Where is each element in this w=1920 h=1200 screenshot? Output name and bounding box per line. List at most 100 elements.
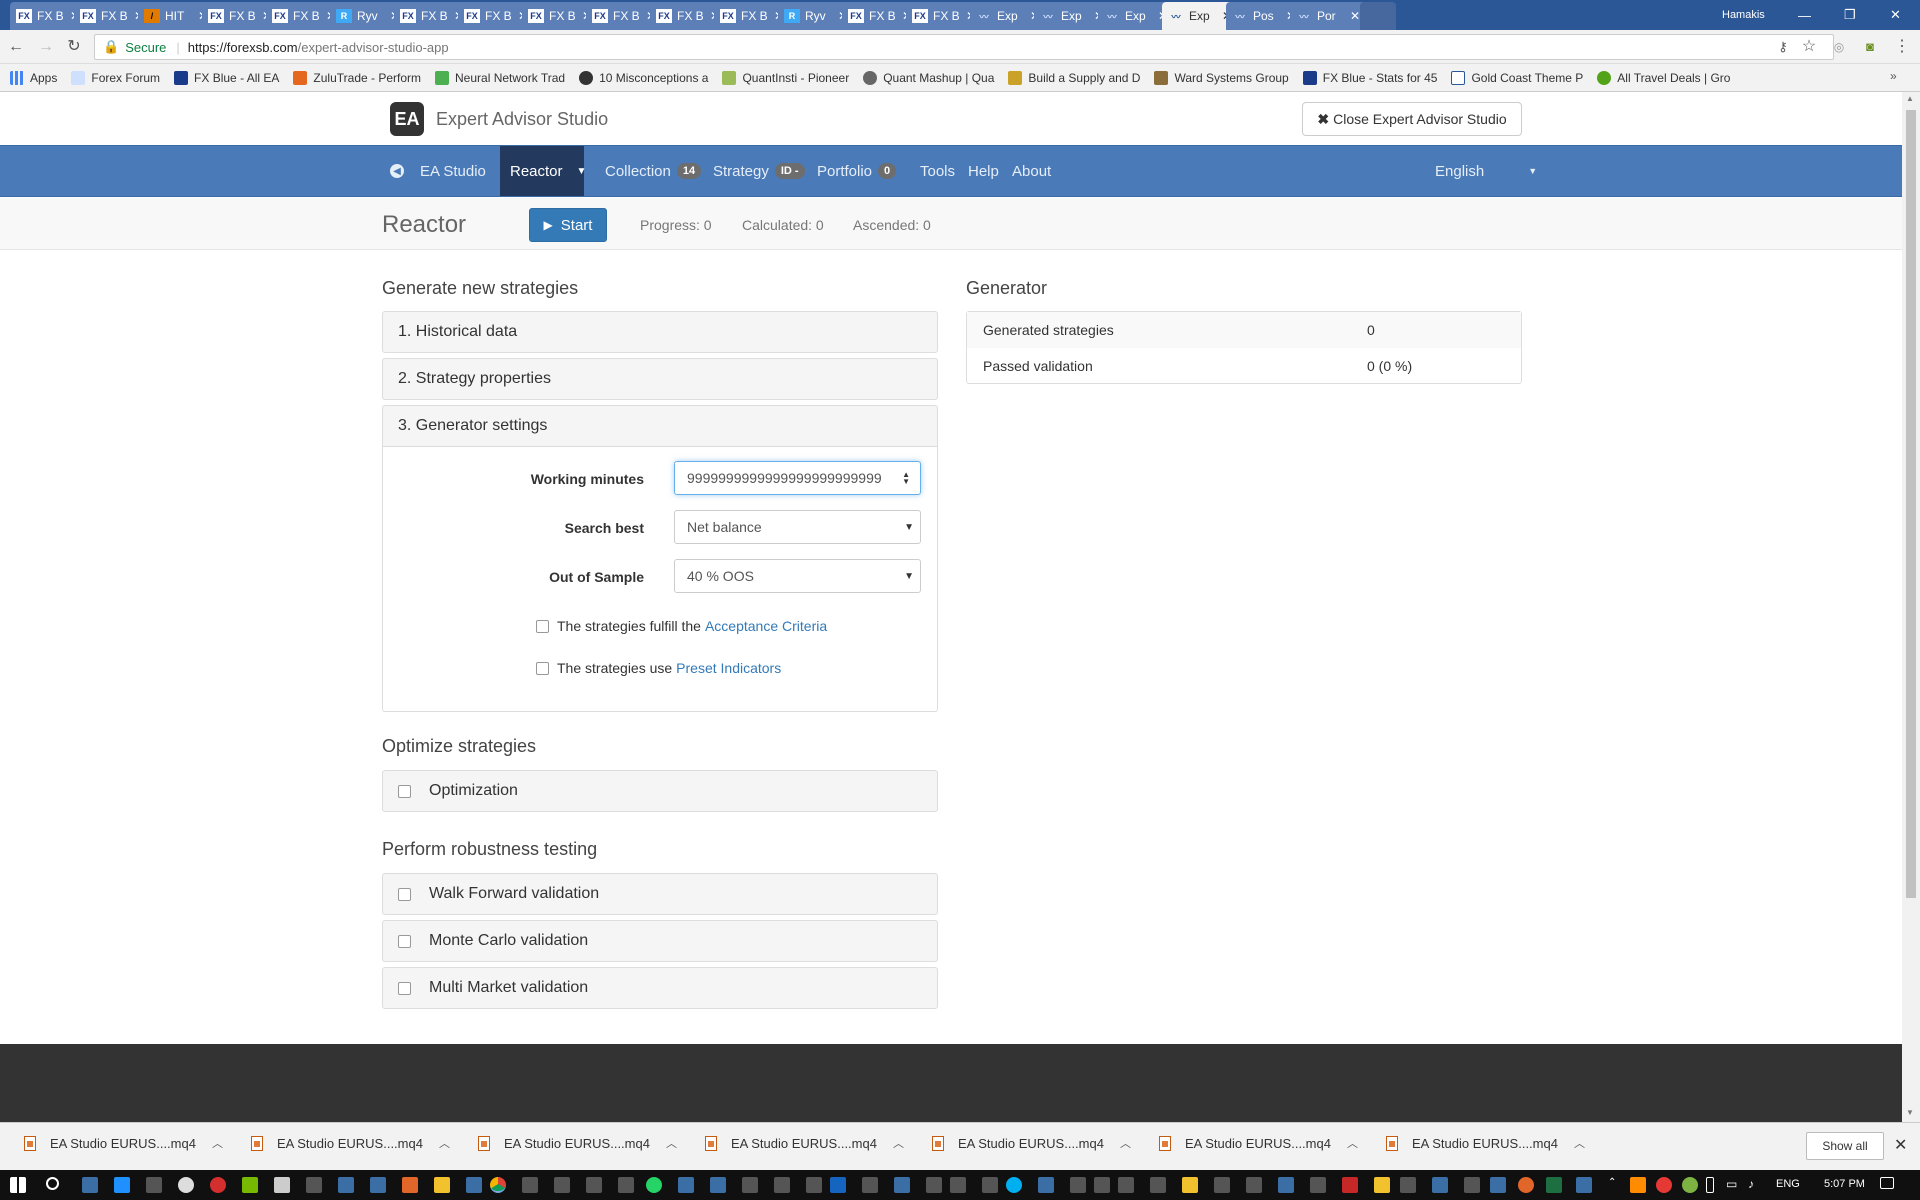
nav-tools[interactable]: Tools [920,146,955,196]
panel-walk-forward[interactable]: Walk Forward validation [382,873,938,915]
tray-icon[interactable] [1682,1177,1698,1193]
panel-strategy-properties[interactable]: 2. Strategy properties [382,358,938,400]
chevron-up-icon[interactable]: ︿ [666,1135,677,1151]
tray-icon[interactable] [1630,1177,1646,1193]
app-icon[interactable] [1576,1177,1592,1193]
folder-icon[interactable] [434,1177,450,1193]
show-all-button[interactable]: Show all [1806,1132,1884,1160]
network-icon[interactable]: ▭ [1726,1177,1737,1193]
tray-chevron-icon[interactable]: ⌃ [1608,1177,1616,1193]
panel-generator-settings[interactable]: 3. Generator settings [382,405,938,447]
download-item[interactable]: EA Studio EURUS....mq4 ︿ [478,1135,677,1151]
skype-icon[interactable] [1006,1177,1022,1193]
restore-icon[interactable]: ❐ [1844,0,1856,30]
app-icon[interactable] [894,1177,910,1193]
app-icon[interactable] [774,1177,790,1193]
chevron-up-icon[interactable]: ︿ [1347,1135,1358,1151]
minimize-icon[interactable]: — [1798,0,1811,30]
address-bar[interactable]: 🔒 Secure | https://forexsb.com/expert-ad… [94,34,1834,60]
scrollbar-thumb[interactable] [1906,110,1916,898]
close-icon[interactable]: ✕ [1350,9,1360,23]
app-icon[interactable] [338,1177,354,1193]
monte-carlo-checkbox[interactable] [398,934,411,948]
app-icon[interactable] [1038,1177,1054,1193]
bookmark-item[interactable]: Forex Forum [71,70,160,85]
chevron-up-icon[interactable]: ︿ [893,1135,904,1151]
acceptance-criteria-checkbox[interactable] [536,619,549,633]
multi-market-checkbox[interactable] [398,981,411,995]
app-icon[interactable] [402,1177,418,1193]
search-best-select[interactable]: Net balance ▼ [674,510,921,544]
app-icon[interactable] [1070,1177,1086,1193]
chevron-up-icon[interactable]: ︿ [1120,1135,1131,1151]
acceptance-criteria-link[interactable]: Acceptance Criteria [705,618,827,634]
nav-ea-studio[interactable]: ◀ EA Studio [390,146,486,196]
app-icon[interactable] [710,1177,726,1193]
key-icon[interactable]: ⚷ [1773,37,1793,57]
chevron-up-icon[interactable]: ︿ [1574,1135,1585,1151]
chrome-icon[interactable] [490,1177,506,1193]
whatsapp-icon[interactable] [646,1177,662,1193]
download-item[interactable]: EA Studio EURUS....mq4 ︿ [1159,1135,1358,1151]
app-icon[interactable] [1246,1177,1262,1193]
download-item[interactable]: EA Studio EURUS....mq4 ︿ [932,1135,1131,1151]
app-icon[interactable] [1490,1177,1506,1193]
app-icon[interactable] [1374,1177,1390,1193]
volume-icon[interactable]: ♪ [1748,1177,1754,1193]
apps-bookmark[interactable]: Apps [10,70,57,85]
browser-tab[interactable]: 〰 Por ✕ [1290,2,1366,30]
nav-help[interactable]: Help [968,146,999,196]
bookmark-item[interactable]: Ward Systems Group [1154,70,1289,85]
bookmark-item[interactable]: Neural Network Trad [435,70,565,85]
bookmark-item[interactable]: Gold Coast Theme P [1451,70,1583,85]
windows-start-icon[interactable] [10,1177,26,1193]
bookmark-item[interactable]: FX Blue - All EA [174,70,279,85]
bookmark-star-icon[interactable]: ☆ [1799,37,1819,57]
bookmarks-overflow-icon[interactable]: » [1890,69,1897,83]
app-icon[interactable] [862,1177,878,1193]
bookmark-item[interactable]: ZuluTrade - Perform [293,70,421,85]
nav-reactor[interactable]: Reactor ▼ [500,146,586,196]
menu-icon[interactable]: ⋮ [1892,37,1912,57]
app-icon[interactable] [1464,1177,1480,1193]
app-icon[interactable] [618,1177,634,1193]
app-icon[interactable] [1400,1177,1416,1193]
scroll-up-icon[interactable]: ▲ [1906,94,1914,103]
download-item[interactable]: EA Studio EURUS....mq4 ︿ [24,1135,223,1151]
clock-time[interactable]: 5:07 PM [1824,1178,1865,1190]
panel-optimization[interactable]: Optimization [382,770,938,812]
bookmark-item[interactable]: All Travel Deals | Gro [1597,70,1730,85]
app-icon[interactable] [1214,1177,1230,1193]
app-icon[interactable] [242,1177,258,1193]
app-icon[interactable] [1310,1177,1326,1193]
nav-collection[interactable]: Collection 14 [605,146,702,196]
mail-icon[interactable] [274,1177,290,1193]
preset-indicators-checkbox[interactable] [536,661,549,675]
extension-icon[interactable]: ◙ [1860,37,1880,57]
working-minutes-input[interactable]: 9999999999999999999999999 ▲ ▼ [674,461,921,495]
panel-multi-market[interactable]: Multi Market validation [382,967,938,1009]
language-select[interactable]: English ▼ [1435,146,1537,196]
close-studio-button[interactable]: ✖ Close Expert Advisor Studio [1302,102,1522,136]
app-icon[interactable] [830,1177,846,1193]
app-icon[interactable] [982,1177,998,1193]
download-item[interactable]: EA Studio EURUS....mq4 ︿ [1386,1135,1585,1151]
app-icon[interactable] [950,1177,966,1193]
out-of-sample-select[interactable]: 40 % OOS ▼ [674,559,921,593]
battery-icon[interactable] [1706,1177,1714,1193]
app-icon[interactable] [1150,1177,1166,1193]
app-icon[interactable] [146,1177,162,1193]
spinner-icon[interactable]: ▲ ▼ [902,471,910,486]
new-tab-button[interactable] [1360,2,1396,30]
app-icon[interactable] [586,1177,602,1193]
app-icon[interactable] [306,1177,322,1193]
scroll-down-icon[interactable]: ▼ [1906,1108,1914,1117]
bookmark-item[interactable]: Build a Supply and D [1008,70,1140,85]
extension-icon[interactable]: ◎ [1829,37,1849,57]
app-icon[interactable] [926,1177,942,1193]
close-window-icon[interactable]: ✕ [1890,0,1901,30]
back-icon[interactable]: ← [6,37,26,57]
clock-app-icon[interactable] [178,1177,194,1193]
app-icon[interactable] [1432,1177,1448,1193]
app-icon[interactable] [1518,1177,1534,1193]
